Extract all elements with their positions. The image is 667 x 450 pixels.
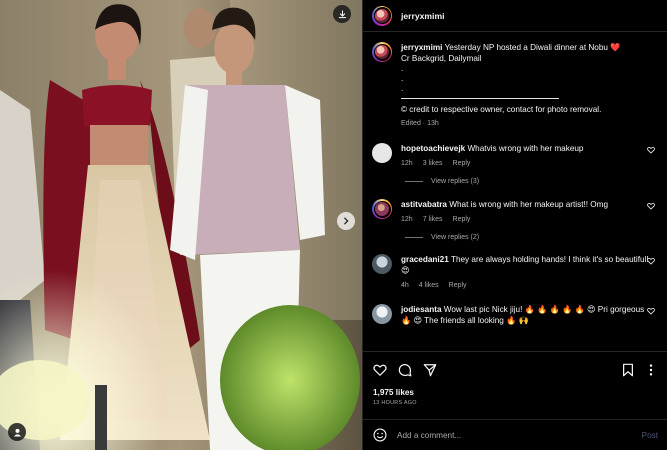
comment-emoji-row: 🔥 🔥 🔥 🔥 🔥 😍	[524, 305, 596, 314]
caption-dot: .	[401, 74, 404, 83]
comment-likes[interactable]: 4 likes	[419, 280, 439, 291]
author-username[interactable]: jerryxmimi	[401, 11, 444, 21]
view-replies-label: View replies (3)	[431, 178, 480, 185]
comment-item: jodiesanta Wow last pic Nick jiju! 🔥 🔥 🔥…	[372, 304, 659, 326]
caption-credit: © credit to respective owner, contact fo…	[401, 105, 602, 114]
comment-username[interactable]: gracedani21	[401, 255, 449, 264]
comment-item: astitvabatra What is wrong with her make…	[372, 199, 659, 225]
comments-list[interactable]: jerryxmimi Yesterday NP hosted a Diwali …	[363, 33, 667, 351]
comment-username[interactable]: astitvabatra	[401, 200, 447, 209]
comment-username[interactable]: jodiesanta	[401, 305, 442, 314]
comment-heart-icon[interactable]	[647, 257, 655, 265]
post-side-panel: jerryxmimi jerryxmimi Yesterday NP hoste…	[362, 0, 667, 450]
comment-text-2: Pri gorgeous	[597, 305, 645, 314]
comment-emoji: 😍	[401, 266, 410, 275]
comment-avatar[interactable]	[372, 199, 392, 219]
comment-heart-icon[interactable]	[647, 146, 655, 154]
comment-time: 12h	[401, 216, 413, 223]
next-photo-button[interactable]	[337, 212, 355, 230]
post-caption: jerryxmimi Yesterday NP hosted a Diwali …	[372, 33, 659, 129]
comment-time: 4h	[401, 282, 409, 289]
more-icon[interactable]	[644, 363, 658, 377]
caption-divider	[401, 98, 559, 99]
post-comment-button[interactable]: Post	[642, 431, 658, 440]
comment-heart-icon[interactable]	[647, 202, 655, 210]
action-bar	[363, 351, 667, 387]
add-comment-bar: Post	[363, 419, 667, 450]
comment-likes[interactable]: 7 likes	[423, 214, 443, 225]
heart-icon[interactable]	[373, 363, 387, 377]
view-replies-button[interactable]: View replies (3)	[405, 178, 659, 185]
view-replies-button[interactable]: View replies (2)	[405, 234, 659, 241]
comment-input[interactable]	[397, 430, 627, 440]
send-icon[interactable]	[423, 363, 437, 377]
post-timestamp: 13 HOURS AGO	[373, 400, 417, 406]
download-icon	[338, 9, 346, 18]
comment-avatar[interactable]	[372, 304, 392, 324]
caption-meta: Edited · 13h	[401, 120, 439, 127]
heart-emoji: ❤️	[610, 43, 621, 52]
comment-item: hopetoachievejk Whatvis wrong with her m…	[372, 143, 659, 169]
bookmark-icon[interactable]	[621, 363, 635, 377]
caption-text-line2: Cr Backgrid, Dailymail	[401, 54, 482, 63]
comment-likes[interactable]: 3 likes	[423, 158, 443, 169]
comment-reply-button[interactable]: Reply	[449, 280, 467, 291]
post-photo[interactable]	[0, 0, 362, 450]
emoji-icon[interactable]	[373, 428, 387, 442]
tagged-users-button[interactable]	[8, 423, 26, 441]
comment-text: What is wrong with her makeup artist!! O…	[449, 200, 609, 209]
comment-icon[interactable]	[398, 363, 412, 377]
comment-emoji-3: 🔥 🙌	[506, 316, 529, 325]
comment-text: Whatvis wrong with her makeup	[467, 144, 584, 153]
post-header: jerryxmimi	[363, 0, 667, 32]
caption-dot: .	[401, 84, 404, 93]
comment-item: gracedani21 They are always holding hand…	[372, 254, 659, 291]
comment-heart-icon[interactable]	[647, 307, 655, 315]
caption-avatar[interactable]	[372, 42, 392, 62]
comment-reply-button[interactable]: Reply	[453, 158, 471, 169]
caption-username[interactable]: jerryxmimi	[401, 43, 442, 52]
download-button[interactable]	[333, 5, 351, 23]
comment-time: 12h	[401, 160, 413, 167]
comment-username[interactable]: hopetoachievejk	[401, 144, 465, 153]
likes-count[interactable]: 1,975 likes	[373, 388, 414, 397]
comment-text: Wow last pic Nick jiju!	[443, 305, 523, 314]
view-replies-label: View replies (2)	[431, 234, 480, 241]
comment-text-3: The friends all looking	[424, 316, 504, 325]
author-avatar[interactable]	[372, 5, 392, 26]
chevron-right-icon	[344, 217, 349, 225]
post-modal: jerryxmimi jerryxmimi Yesterday NP hoste…	[0, 0, 667, 450]
comment-text: They are always holding hands! I think i…	[450, 255, 649, 264]
comment-reply-button[interactable]: Reply	[453, 214, 471, 225]
caption-dot: .	[401, 64, 404, 73]
comment-emoji-2: 🔥 😍	[401, 316, 423, 325]
photo-image	[0, 0, 362, 450]
comment-avatar[interactable]	[372, 143, 392, 163]
user-icon	[13, 428, 21, 437]
caption-text-line1: Yesterday NP hosted a Diwali dinner at N…	[444, 43, 608, 52]
comment-avatar[interactable]	[372, 254, 392, 274]
